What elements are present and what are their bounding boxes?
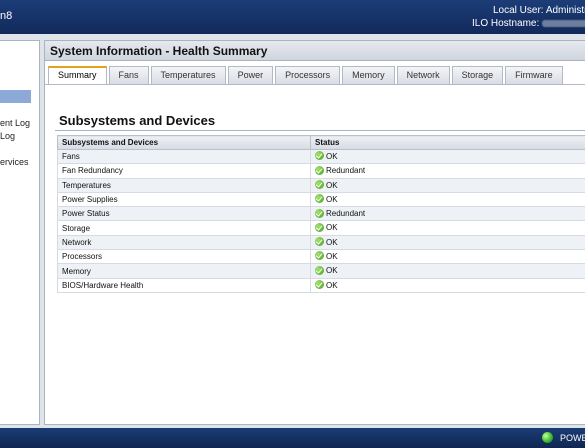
subsystem-name: Fans xyxy=(57,148,311,165)
power-status-label: POWE xyxy=(560,433,585,443)
status-text: OK xyxy=(326,180,338,190)
check-circle-icon xyxy=(315,179,324,189)
subsystems-table: Subsystems and Devices Status Fans OK Fan … xyxy=(57,135,585,293)
nav-item-services[interactable]: ervices xyxy=(0,157,29,167)
check-circle-icon xyxy=(315,237,324,247)
subsystem-name: Storage xyxy=(57,220,311,236)
nav-item-selected[interactable] xyxy=(0,90,31,103)
column-header-subsystems: Subsystems and Devices xyxy=(57,135,311,150)
subsystem-status: OK xyxy=(310,191,585,208)
check-circle-icon xyxy=(315,222,324,232)
table-row: Memory OK xyxy=(57,263,585,279)
table-row: Fans OK xyxy=(57,148,585,165)
status-text: Redundant xyxy=(326,166,366,176)
top-header: n8 Local User: Administrato ILO Hostname… xyxy=(0,0,585,34)
status-text: Redundant xyxy=(326,209,366,219)
check-circle-icon xyxy=(315,251,324,261)
power-led-icon xyxy=(542,432,553,443)
tab-processors[interactable]: Processors xyxy=(275,66,341,84)
redacted-hostname xyxy=(542,19,585,27)
check-circle-icon xyxy=(315,265,324,275)
table-row: Processors OK xyxy=(57,249,585,265)
local-user-value: Administrato xyxy=(545,5,585,16)
subsystem-status: Redundant xyxy=(310,163,585,179)
tab-storage[interactable]: Storage xyxy=(451,66,504,84)
tab-power[interactable]: Power xyxy=(227,66,274,84)
tab-temperatures[interactable]: Temperatures xyxy=(150,66,226,84)
tab-summary[interactable]: Summary xyxy=(48,66,107,84)
subsystem-name: BIOS/Hardware Health xyxy=(57,277,311,293)
status-text: OK xyxy=(326,223,338,233)
check-circle-icon xyxy=(315,151,324,161)
subsystem-status: Redundant xyxy=(310,206,585,222)
subsystem-name: Temperatures xyxy=(57,177,311,193)
table-row: Temperatures OK xyxy=(57,177,585,193)
main-panel: System Information - Health Summary Summ… xyxy=(44,40,585,425)
subsystem-status: OK xyxy=(310,177,585,193)
status-text: OK xyxy=(326,280,338,290)
system-name-fragment: n8 xyxy=(0,10,13,22)
status-text: OK xyxy=(326,252,338,262)
check-circle-icon xyxy=(315,208,324,218)
subsystem-name: Power Status xyxy=(57,206,311,222)
subsystem-status: OK xyxy=(310,277,585,293)
ilo-hostname: ILO Hostname: xyxy=(472,18,585,29)
check-circle-icon xyxy=(315,280,324,290)
bottom-status-bar: POWE xyxy=(0,428,585,448)
subsystem-status: OK xyxy=(310,234,585,251)
table-row: Network OK xyxy=(57,234,585,251)
local-user-label: Local User: xyxy=(493,5,544,16)
subsystem-name: Fan Redundancy xyxy=(57,163,311,179)
nav-item-log[interactable]: Log xyxy=(0,131,15,141)
subsystem-status: OK xyxy=(310,263,585,279)
nav-item-event-log[interactable]: ent Log xyxy=(0,118,30,128)
section-title: Subsystems and Devices xyxy=(59,113,216,128)
subsystem-status: OK xyxy=(310,148,585,165)
tab-network[interactable]: Network xyxy=(396,66,450,84)
check-circle-icon xyxy=(315,165,324,175)
tab-divider xyxy=(45,84,585,85)
local-user: Local User: Administrato xyxy=(493,5,585,16)
status-text: OK xyxy=(326,151,338,161)
subsystem-name: Network xyxy=(57,234,311,251)
left-navigation: ent Log Log ervices xyxy=(0,40,40,425)
table-row: Power Status Redundant xyxy=(57,206,585,222)
status-text: OK xyxy=(326,237,338,247)
tab-fans[interactable]: Fans xyxy=(108,66,149,84)
table-row: Power Supplies OK xyxy=(57,191,585,208)
panel-title: System Information - Health Summary xyxy=(45,41,585,61)
column-header-status: Status xyxy=(310,135,585,150)
table-row: BIOS/Hardware Health OK xyxy=(57,277,585,293)
subsystem-status: OK xyxy=(310,249,585,265)
section-divider xyxy=(55,130,585,131)
subsystem-name: Processors xyxy=(57,249,311,265)
table-header-row: Subsystems and Devices Status xyxy=(57,135,585,150)
status-text: OK xyxy=(326,266,338,276)
ilo-hostname-label: ILO Hostname: xyxy=(472,18,540,29)
tab-bar: Summary Fans Temperatures Power Processors Me… xyxy=(48,66,565,84)
tab-memory[interactable]: Memory xyxy=(342,66,395,84)
subsystem-name: Power Supplies xyxy=(57,191,311,208)
subsystem-status: OK xyxy=(310,220,585,236)
check-circle-icon xyxy=(315,194,324,204)
tab-firmware[interactable]: Firmware xyxy=(505,66,563,84)
table-row: Storage OK xyxy=(57,220,585,236)
table-row: Fan Redundancy Redundant xyxy=(57,163,585,179)
subsystem-name: Memory xyxy=(57,263,311,279)
status-text: OK xyxy=(326,194,338,204)
